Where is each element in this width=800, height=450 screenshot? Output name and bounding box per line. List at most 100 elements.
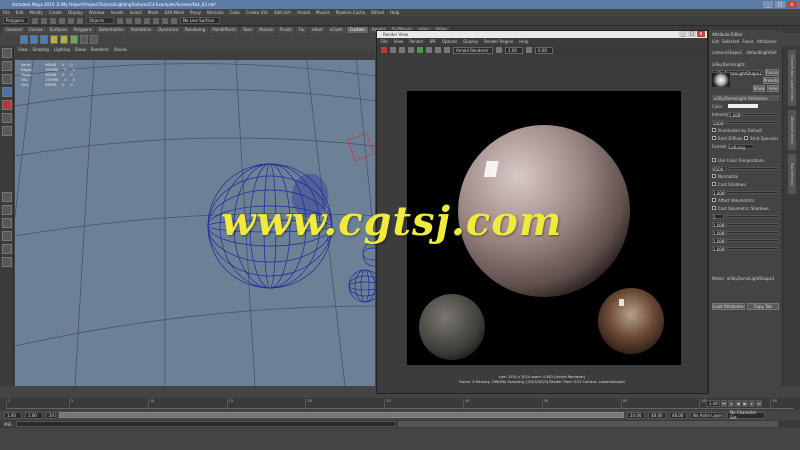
live-surface-field[interactable]: No Live Surface — [180, 17, 220, 24]
menu-item-edit-mesh[interactable]: Edit Mesh — [164, 10, 184, 15]
move-tool-icon[interactable] — [1, 87, 12, 97]
side-tab-attribute-editor[interactable]: Attribute Editor — [788, 110, 796, 150]
shelf-cylinder-icon[interactable] — [40, 35, 48, 44]
four-pane-layout-icon[interactable] — [1, 205, 12, 215]
snap-curve-icon[interactable] — [126, 17, 132, 24]
shelf-tab-muscle[interactable]: Muscle — [256, 26, 276, 33]
viewport-toolbar[interactable] — [15, 52, 375, 60]
graph-layout-icon[interactable] — [1, 244, 12, 254]
ae-temperature-field[interactable]: 6500 — [712, 165, 726, 172]
load-attributes-button[interactable]: Load Attributes — [712, 302, 745, 310]
rv-menu-options[interactable]: Options — [442, 39, 457, 44]
go-end-icon[interactable]: ⏭ — [756, 400, 762, 407]
shelf-tab-general[interactable]: General — [3, 26, 25, 33]
time-slider[interactable]: 1 5 10 15 20 25 30 35 40 45 50 — [0, 398, 800, 410]
menu-item-modify[interactable]: Modify — [29, 10, 42, 15]
area-light-gizmo[interactable] — [347, 132, 375, 162]
viewport-menu-show[interactable]: Show — [75, 47, 86, 52]
shelf-light-icon[interactable] — [50, 35, 58, 44]
shelf-tab-custom[interactable]: Custom — [346, 26, 368, 33]
select-component-icon[interactable] — [77, 17, 83, 24]
menu-item-edit[interactable]: Edit — [16, 10, 24, 15]
menu-item-arnold[interactable]: Arnold — [297, 10, 310, 15]
select-tool-icon[interactable] — [1, 48, 12, 58]
redo-render-icon[interactable] — [381, 47, 387, 53]
rotate-tool-icon[interactable] — [1, 100, 12, 110]
ae-menu-selected[interactable]: Selected — [722, 39, 739, 44]
menu-item-normals[interactable]: Normals — [207, 10, 224, 15]
play-forward-icon[interactable]: ▶ — [742, 400, 748, 407]
shelf-tab-surfaces[interactable]: Surfaces — [46, 26, 70, 33]
wire-sphere-small[interactable] — [348, 269, 375, 303]
render-view-title-bar[interactable]: Render View _ □ x — [377, 31, 707, 38]
shelf-tab-ncloth[interactable]: nCloth — [326, 26, 346, 33]
ae-tab-lightset[interactable]: defaultLightSet — [746, 50, 777, 55]
ae-color-swatch[interactable] — [728, 104, 758, 108]
scale-tool-icon[interactable] — [1, 113, 12, 123]
ae-specular-slider[interactable] — [726, 230, 779, 234]
affect-volumetrics-checkbox[interactable] — [712, 198, 716, 202]
rv-menu-render-region[interactable]: Render Region — [484, 39, 513, 44]
show-button[interactable]: Show — [753, 84, 765, 92]
renderer-select[interactable]: Arnold Renderer — [453, 46, 493, 54]
snap-point-icon[interactable] — [135, 17, 141, 24]
shelf-render-icon[interactable] — [90, 35, 98, 44]
alpha-channel-icon[interactable] — [444, 47, 450, 53]
shelf-cube-icon[interactable] — [30, 35, 38, 44]
viewport-menu-view[interactable]: View — [18, 47, 28, 52]
ae-indirect-slider[interactable] — [726, 246, 779, 250]
use-color-temp-checkbox[interactable] — [712, 158, 716, 162]
render-view-close-button[interactable]: x — [697, 31, 705, 37]
illuminates-default-checkbox[interactable] — [712, 128, 716, 132]
viewport-menu-lighting[interactable]: Lighting — [54, 47, 70, 52]
close-button[interactable]: x — [787, 1, 797, 8]
mode-selector[interactable]: Polygons — [3, 17, 29, 24]
menu-item-window[interactable]: Window — [89, 10, 105, 15]
shelf-tab-fluids[interactable]: Fluids — [276, 26, 295, 33]
shelf-tab-deformation[interactable]: Deformation — [95, 26, 127, 33]
shelf-tab-polygons[interactable]: Polygons — [70, 26, 95, 33]
remove-image-icon[interactable] — [426, 47, 432, 53]
shelf-skydome-icon[interactable] — [70, 35, 78, 44]
ae-shadow-density-slider[interactable] — [726, 190, 779, 194]
character-set-select[interactable]: No Character Set — [727, 410, 765, 420]
range-bar[interactable] — [59, 412, 624, 418]
normalize-checkbox[interactable] — [712, 174, 716, 178]
last-tool-icon[interactable] — [1, 126, 12, 136]
rv-menu-view[interactable]: View — [394, 39, 404, 44]
shelf-tab-animation[interactable]: Animation — [127, 26, 155, 33]
ae-diffuse-slider[interactable] — [726, 222, 779, 226]
ae-intensity-slider[interactable] — [742, 112, 779, 116]
zoom-field[interactable]: 1.00 — [505, 46, 523, 54]
total-end-field[interactable]: 48.00 — [669, 411, 687, 419]
shelf-tab-nhair[interactable]: nHair — [308, 26, 326, 33]
ae-shadow-density-field[interactable]: 1.000 — [712, 189, 724, 196]
shelf-tab-painteffects[interactable]: PaintEffects — [209, 26, 239, 33]
open-scene-icon[interactable] — [41, 17, 47, 24]
render-view-minimize-button[interactable]: _ — [679, 31, 687, 37]
menu-item-create[interactable]: Create — [49, 10, 62, 15]
play-back-icon[interactable]: ◀ — [735, 400, 741, 407]
menu-item-file[interactable]: File — [3, 10, 10, 15]
shelf-tab-dynamics[interactable]: Dynamics — [155, 26, 181, 33]
menu-item-proxy[interactable]: Proxy — [190, 10, 201, 15]
shelf-tab-toon[interactable]: Toon — [239, 26, 256, 33]
menu-item-color[interactable]: Color — [230, 10, 240, 15]
shelf-sphere-icon[interactable] — [20, 35, 28, 44]
viewport-menu-renderer[interactable]: Renderer — [91, 47, 109, 52]
menu-item-assets[interactable]: Assets — [111, 10, 124, 15]
render-settings-icon[interactable] — [171, 17, 177, 24]
single-pane-layout-icon[interactable] — [1, 192, 12, 202]
emit-specular-checkbox[interactable] — [744, 136, 749, 140]
copy-tab-button[interactable]: Copy Tab — [746, 302, 779, 310]
playback-end-field[interactable]: 24.00 — [627, 411, 645, 419]
shelf-material-icon[interactable] — [80, 35, 88, 44]
exposure-field[interactable]: 0.00 — [535, 46, 553, 54]
minimize-button[interactable]: _ — [763, 1, 773, 8]
shelf-tab-curves[interactable]: Curves — [25, 26, 46, 33]
snap-view-icon[interactable] — [144, 17, 150, 24]
ae-sss-field[interactable]: 1.000 — [712, 237, 724, 244]
objects-field[interactable]: Objects — [86, 17, 114, 24]
step-back-icon[interactable]: ◂ — [728, 400, 734, 407]
side-tab-tool-settings[interactable]: Tool Settings — [788, 154, 796, 194]
